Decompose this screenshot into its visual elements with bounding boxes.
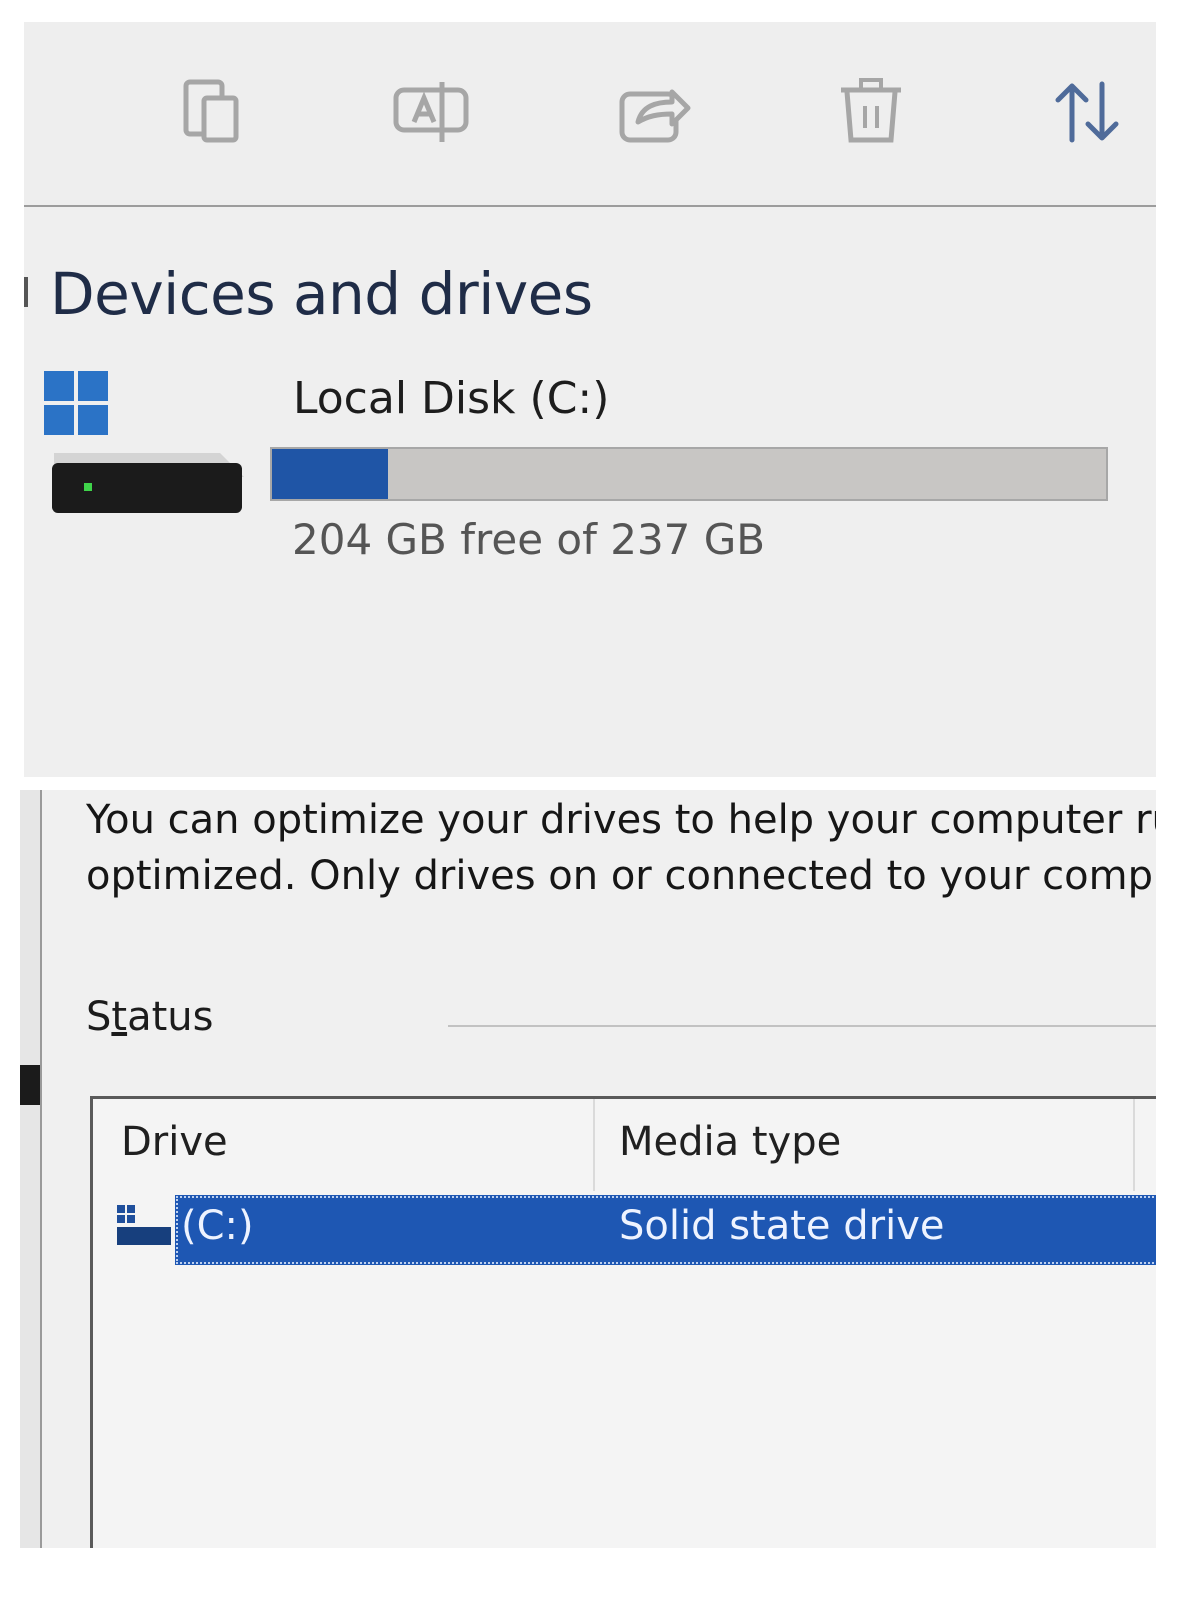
sort-icon [1055,81,1119,143]
sort-button[interactable] [1046,70,1130,154]
drive-usage-bar [270,447,1108,501]
section-title: Devices and drives [50,260,593,328]
window-edge [20,790,40,1548]
hard-drive-icon [44,371,244,513]
command-bar [24,22,1156,207]
rename-button[interactable] [390,70,474,154]
drive-icon [117,1205,171,1245]
window-edge-dark [20,1065,40,1105]
cell-drive: (C:) [181,1203,254,1249]
drive-name: Local Disk (C:) [293,373,610,424]
share-icon [619,89,691,143]
table-row[interactable]: (C:) Solid state drive [93,1195,1156,1265]
copy-icon [183,79,239,143]
column-separator[interactable] [1133,1099,1135,1191]
delete-button[interactable] [829,70,913,154]
window-border [40,790,42,1548]
column-header-media-type[interactable]: Media type [619,1119,841,1165]
drive-tile-c[interactable]: Local Disk (C:) 204 GB free of 237 GB [40,367,1140,597]
column-header-drive[interactable]: Drive [121,1119,228,1165]
optimize-drives-dialog: You can optimize your drives to help you… [20,790,1156,1548]
drive-usage-fill [272,449,388,499]
copy-button[interactable] [174,70,258,154]
share-button[interactable] [612,70,696,154]
section-collapse-marker[interactable] [24,277,28,307]
status-group-line [448,1025,1156,1027]
description-line-1: You can optimize your drives to help you… [86,797,1156,843]
delete-icon [841,78,901,143]
status-group-label: Status [86,994,214,1040]
file-explorer-panel: Devices and drives Local Disk (C:) 204 G… [24,22,1156,777]
drive-usage-text: 204 GB free of 237 GB [292,515,766,564]
description-line-2: optimized. Only drives on or connected t… [86,853,1156,899]
rename-icon [393,82,469,142]
column-separator[interactable] [593,1099,595,1191]
drives-list[interactable]: Drive Media type (C:) Solid state drive [90,1096,1156,1548]
optimize-description: You can optimize your drives to help you… [86,792,1156,904]
cell-media-type: Solid state drive [619,1203,945,1249]
